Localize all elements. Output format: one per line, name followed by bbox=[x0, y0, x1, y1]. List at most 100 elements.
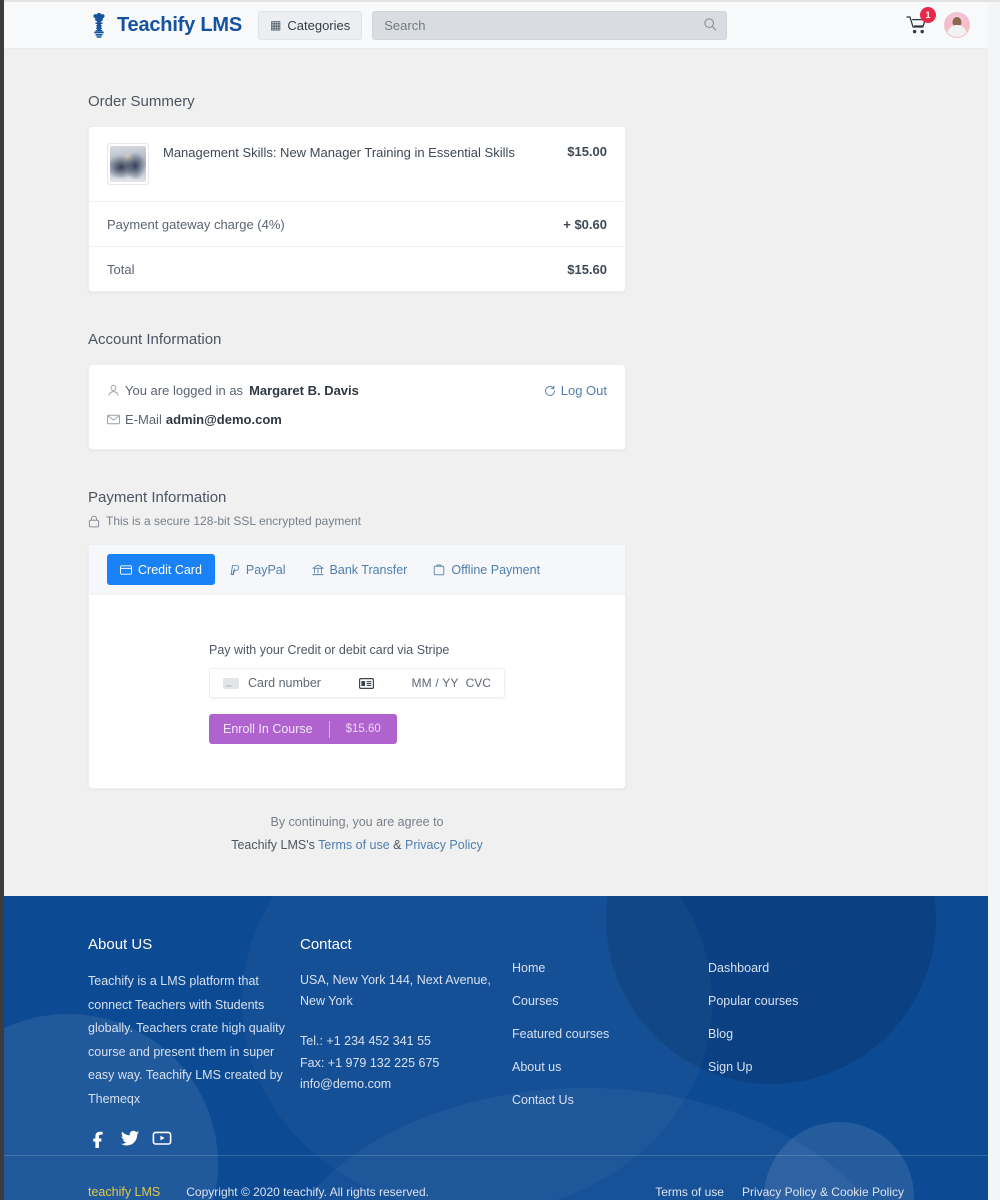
window-left-edge bbox=[0, 0, 4, 1200]
footer-bar-links: Terms of use Privacy Policy & Cookie Pol… bbox=[655, 1185, 904, 1199]
footer-links-column-2: Dashboard Popular courses Blog Sign Up bbox=[708, 936, 904, 1148]
facebook-icon[interactable] bbox=[88, 1128, 108, 1148]
logout-icon bbox=[544, 385, 555, 396]
footer-tel: Tel.: +1 234 452 341 55 bbox=[300, 1034, 432, 1048]
order-summary-section: Order Summery Management Skills: New Man… bbox=[88, 93, 626, 292]
browser-viewport: Teachify LMS ▦ Categories Search 1 Order… bbox=[4, 2, 988, 1200]
footer-links-column-1: Home Courses Featured courses About us C… bbox=[512, 936, 708, 1148]
total-label: Total bbox=[107, 261, 135, 277]
lock-icon bbox=[88, 515, 100, 527]
stripe-panel: Pay with your Credit or debit card via S… bbox=[89, 595, 625, 744]
card-scan-icon[interactable] bbox=[358, 677, 374, 689]
account-information-section: Account Information You are logged in as… bbox=[88, 331, 626, 450]
brand-logo[interactable]: Teachify LMS bbox=[88, 12, 242, 38]
credit-card-icon bbox=[120, 564, 132, 575]
footer-bar-terms-of-use[interactable]: Terms of use bbox=[655, 1185, 724, 1199]
site-header: Teachify LMS ▦ Categories Search 1 bbox=[4, 2, 988, 49]
footer-bar-privacy-policy[interactable]: Privacy Policy & Cookie Policy bbox=[742, 1185, 904, 1199]
footer-about-column: About US Teachify is a LMS platform that… bbox=[88, 936, 300, 1148]
email-line: E-Mail admin@demo.com bbox=[107, 412, 607, 427]
categories-label: Categories bbox=[287, 17, 351, 33]
terms-line-1: By continuing, you are agree to bbox=[270, 815, 444, 829]
logout-button[interactable]: Log Out bbox=[544, 383, 607, 398]
teachify-torch-icon bbox=[93, 13, 105, 38]
payment-card: Credit Card PayPal Bank Transfer Offline… bbox=[88, 544, 626, 789]
payment-information-title: Payment Information bbox=[88, 489, 227, 506]
order-summary-title: Order Summery bbox=[88, 93, 195, 110]
footer-contact-column: Contact USA, New York 144, Next Avenue, … bbox=[300, 936, 512, 1148]
footer-link-contact-us[interactable]: Contact Us bbox=[512, 1093, 708, 1107]
card-brand-icon bbox=[223, 677, 239, 689]
gateway-charge-label: Payment gateway charge (4%) bbox=[107, 216, 285, 232]
footer-about-text: Teachify is a LMS platform that connect … bbox=[88, 974, 285, 1106]
card-cvc-placeholder: CVC bbox=[465, 676, 491, 690]
logged-in-prefix: You are logged in as bbox=[125, 383, 244, 398]
page-root: Teachify LMS ▦ Categories Search 1 Order… bbox=[0, 0, 1000, 1200]
footer-link-sign-up[interactable]: Sign Up bbox=[708, 1060, 904, 1074]
envelope-icon bbox=[107, 414, 120, 425]
footer-link-blog[interactable]: Blog bbox=[708, 1027, 904, 1041]
enroll-button-amount: $15.60 bbox=[345, 723, 381, 735]
tab-credit-card-label: Credit Card bbox=[138, 562, 202, 577]
tab-bank-transfer[interactable]: Bank Transfer bbox=[299, 554, 421, 585]
terms-of-use-link[interactable]: Terms of use bbox=[318, 838, 390, 852]
enroll-button-label: Enroll In Course bbox=[223, 722, 313, 736]
terms-agreement: By continuing, you are agree to Teachify… bbox=[88, 815, 626, 852]
footer-link-courses[interactable]: Courses bbox=[512, 994, 708, 1008]
avatar-body bbox=[947, 25, 967, 37]
tab-offline-payment-label: Offline Payment bbox=[451, 562, 541, 577]
email-label: E-Mail bbox=[125, 412, 162, 427]
account-information-title: Account Information bbox=[88, 331, 222, 348]
course-title: Management Skills: New Manager Training … bbox=[163, 145, 515, 160]
enroll-in-course-button[interactable]: Enroll In Course $15.60 bbox=[209, 714, 397, 744]
gateway-charge-amount: + $0.60 bbox=[563, 217, 607, 232]
main-content: Order Summery Management Skills: New Man… bbox=[4, 49, 988, 852]
search-icon[interactable] bbox=[703, 17, 718, 32]
footer-address: USA, New York 144, Next Avenue, New York bbox=[300, 973, 491, 1008]
total-amount: $15.60 bbox=[567, 262, 607, 277]
cart-button[interactable]: 1 bbox=[906, 7, 936, 36]
footer-link-about-us[interactable]: About us bbox=[512, 1060, 708, 1074]
site-footer: About US Teachify is a LMS platform that… bbox=[4, 896, 988, 1200]
footer-link-popular-courses[interactable]: Popular courses bbox=[708, 994, 904, 1008]
tab-paypal[interactable]: PayPal bbox=[215, 554, 299, 585]
course-thumbnail bbox=[107, 143, 149, 185]
footer-email[interactable]: info@demo.com bbox=[300, 1074, 512, 1096]
avatar[interactable] bbox=[944, 12, 970, 38]
categories-button[interactable]: ▦ Categories bbox=[258, 10, 363, 40]
footer-link-home[interactable]: Home bbox=[512, 961, 708, 975]
stripe-title: Pay with your Credit or debit card via S… bbox=[209, 643, 450, 657]
logged-in-line: You are logged in as Margaret B. Davis L… bbox=[107, 383, 607, 398]
cart-count-badge: 1 bbox=[920, 7, 936, 23]
footer-bottom-bar: teachify LMS Copyright © 2020 teachify. … bbox=[4, 1155, 988, 1200]
footer-contact-title: Contact bbox=[300, 936, 352, 953]
brand-name: Teachify LMS bbox=[117, 13, 243, 36]
bank-icon bbox=[311, 564, 324, 575]
tab-bank-transfer-label: Bank Transfer bbox=[329, 562, 408, 577]
account-user-name: Margaret B. Davis bbox=[249, 383, 359, 398]
search-input[interactable] bbox=[372, 10, 728, 40]
total-row: Total $15.60 bbox=[89, 246, 625, 291]
privacy-policy-link[interactable]: Privacy Policy bbox=[405, 838, 483, 852]
tab-credit-card[interactable]: Credit Card bbox=[107, 554, 215, 585]
terms-amp: & bbox=[389, 838, 405, 852]
ssl-note-text: This is a secure 128-bit SSL encrypted p… bbox=[106, 514, 362, 528]
youtube-icon[interactable] bbox=[152, 1128, 172, 1148]
footer-bar-brand: teachify LMS bbox=[88, 1184, 161, 1199]
footer-link-dashboard[interactable]: Dashboard bbox=[708, 961, 904, 975]
ssl-note: This is a secure 128-bit SSL encrypted p… bbox=[88, 514, 626, 528]
footer-link-featured-courses[interactable]: Featured courses bbox=[512, 1027, 708, 1041]
course-thumbnail-image bbox=[110, 146, 146, 182]
terms-line-2: Teachify LMS's Terms of use & Privacy Po… bbox=[88, 838, 626, 852]
twitter-icon[interactable] bbox=[120, 1128, 140, 1148]
footer-copyright: Copyright © 2020 teachify. All rights re… bbox=[186, 1184, 430, 1199]
payment-method-tabs: Credit Card PayPal Bank Transfer Offline… bbox=[89, 545, 625, 595]
window-top-edge bbox=[0, 0, 1000, 2]
footer-social-links bbox=[88, 1128, 300, 1148]
card-number-field[interactable]: Card number MM / YY CVC bbox=[209, 668, 505, 698]
order-summary-card: Management Skills: New Manager Training … bbox=[88, 126, 626, 292]
footer-fax: Fax: +1 979 132 225 675 bbox=[300, 1055, 440, 1070]
paypal-icon bbox=[230, 564, 239, 575]
tab-offline-payment[interactable]: Offline Payment bbox=[420, 554, 553, 585]
payment-information-section: Payment Information This is a secure 128… bbox=[88, 489, 626, 789]
